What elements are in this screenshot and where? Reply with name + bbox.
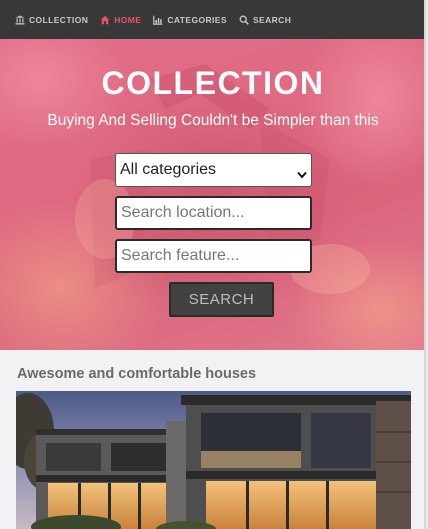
search-icon — [239, 15, 249, 25]
bank-icon — [15, 15, 25, 25]
category-select[interactable]: All categories — [115, 153, 312, 187]
location-search-input[interactable] — [115, 196, 312, 230]
category-select-value: All categories — [120, 161, 217, 178]
scrollbar[interactable] — [424, 0, 426, 529]
nav-item-categories[interactable]: CATEGORIES — [153, 15, 227, 25]
feature-search-input[interactable] — [115, 239, 312, 273]
nav-item-home[interactable]: HOME — [100, 15, 141, 25]
hero-title: COLLECTION — [101, 65, 325, 101]
search-button[interactable]: SEARCH — [169, 282, 274, 317]
home-icon — [100, 15, 110, 25]
nav-item-collection[interactable]: COLLECTION — [15, 15, 88, 25]
nav-item-label: HOME — [114, 14, 142, 25]
nav-item-label: COLLECTION — [29, 14, 89, 25]
section-heading: Awesome and comfortable houses — [17, 366, 257, 382]
chevron-down-icon — [297, 166, 307, 179]
nav-item-label: SEARCH — [252, 14, 292, 25]
hero-section: COLLECTION Buying And Selling Couldn't b… — [0, 39, 426, 350]
page: COLLECTION HOME CATEGORIES SEARCH COLLEC… — [0, 0, 426, 529]
nav-item-label: CATEGORIES — [167, 14, 227, 25]
top-nav: COLLECTION HOME CATEGORIES SEARCH — [0, 0, 426, 39]
chart-icon — [153, 15, 163, 25]
house-image[interactable] — [16, 391, 411, 529]
hero-subtitle: Buying And Selling Couldn't be Simpler t… — [47, 112, 379, 129]
nav-item-search[interactable]: SEARCH — [239, 15, 291, 25]
